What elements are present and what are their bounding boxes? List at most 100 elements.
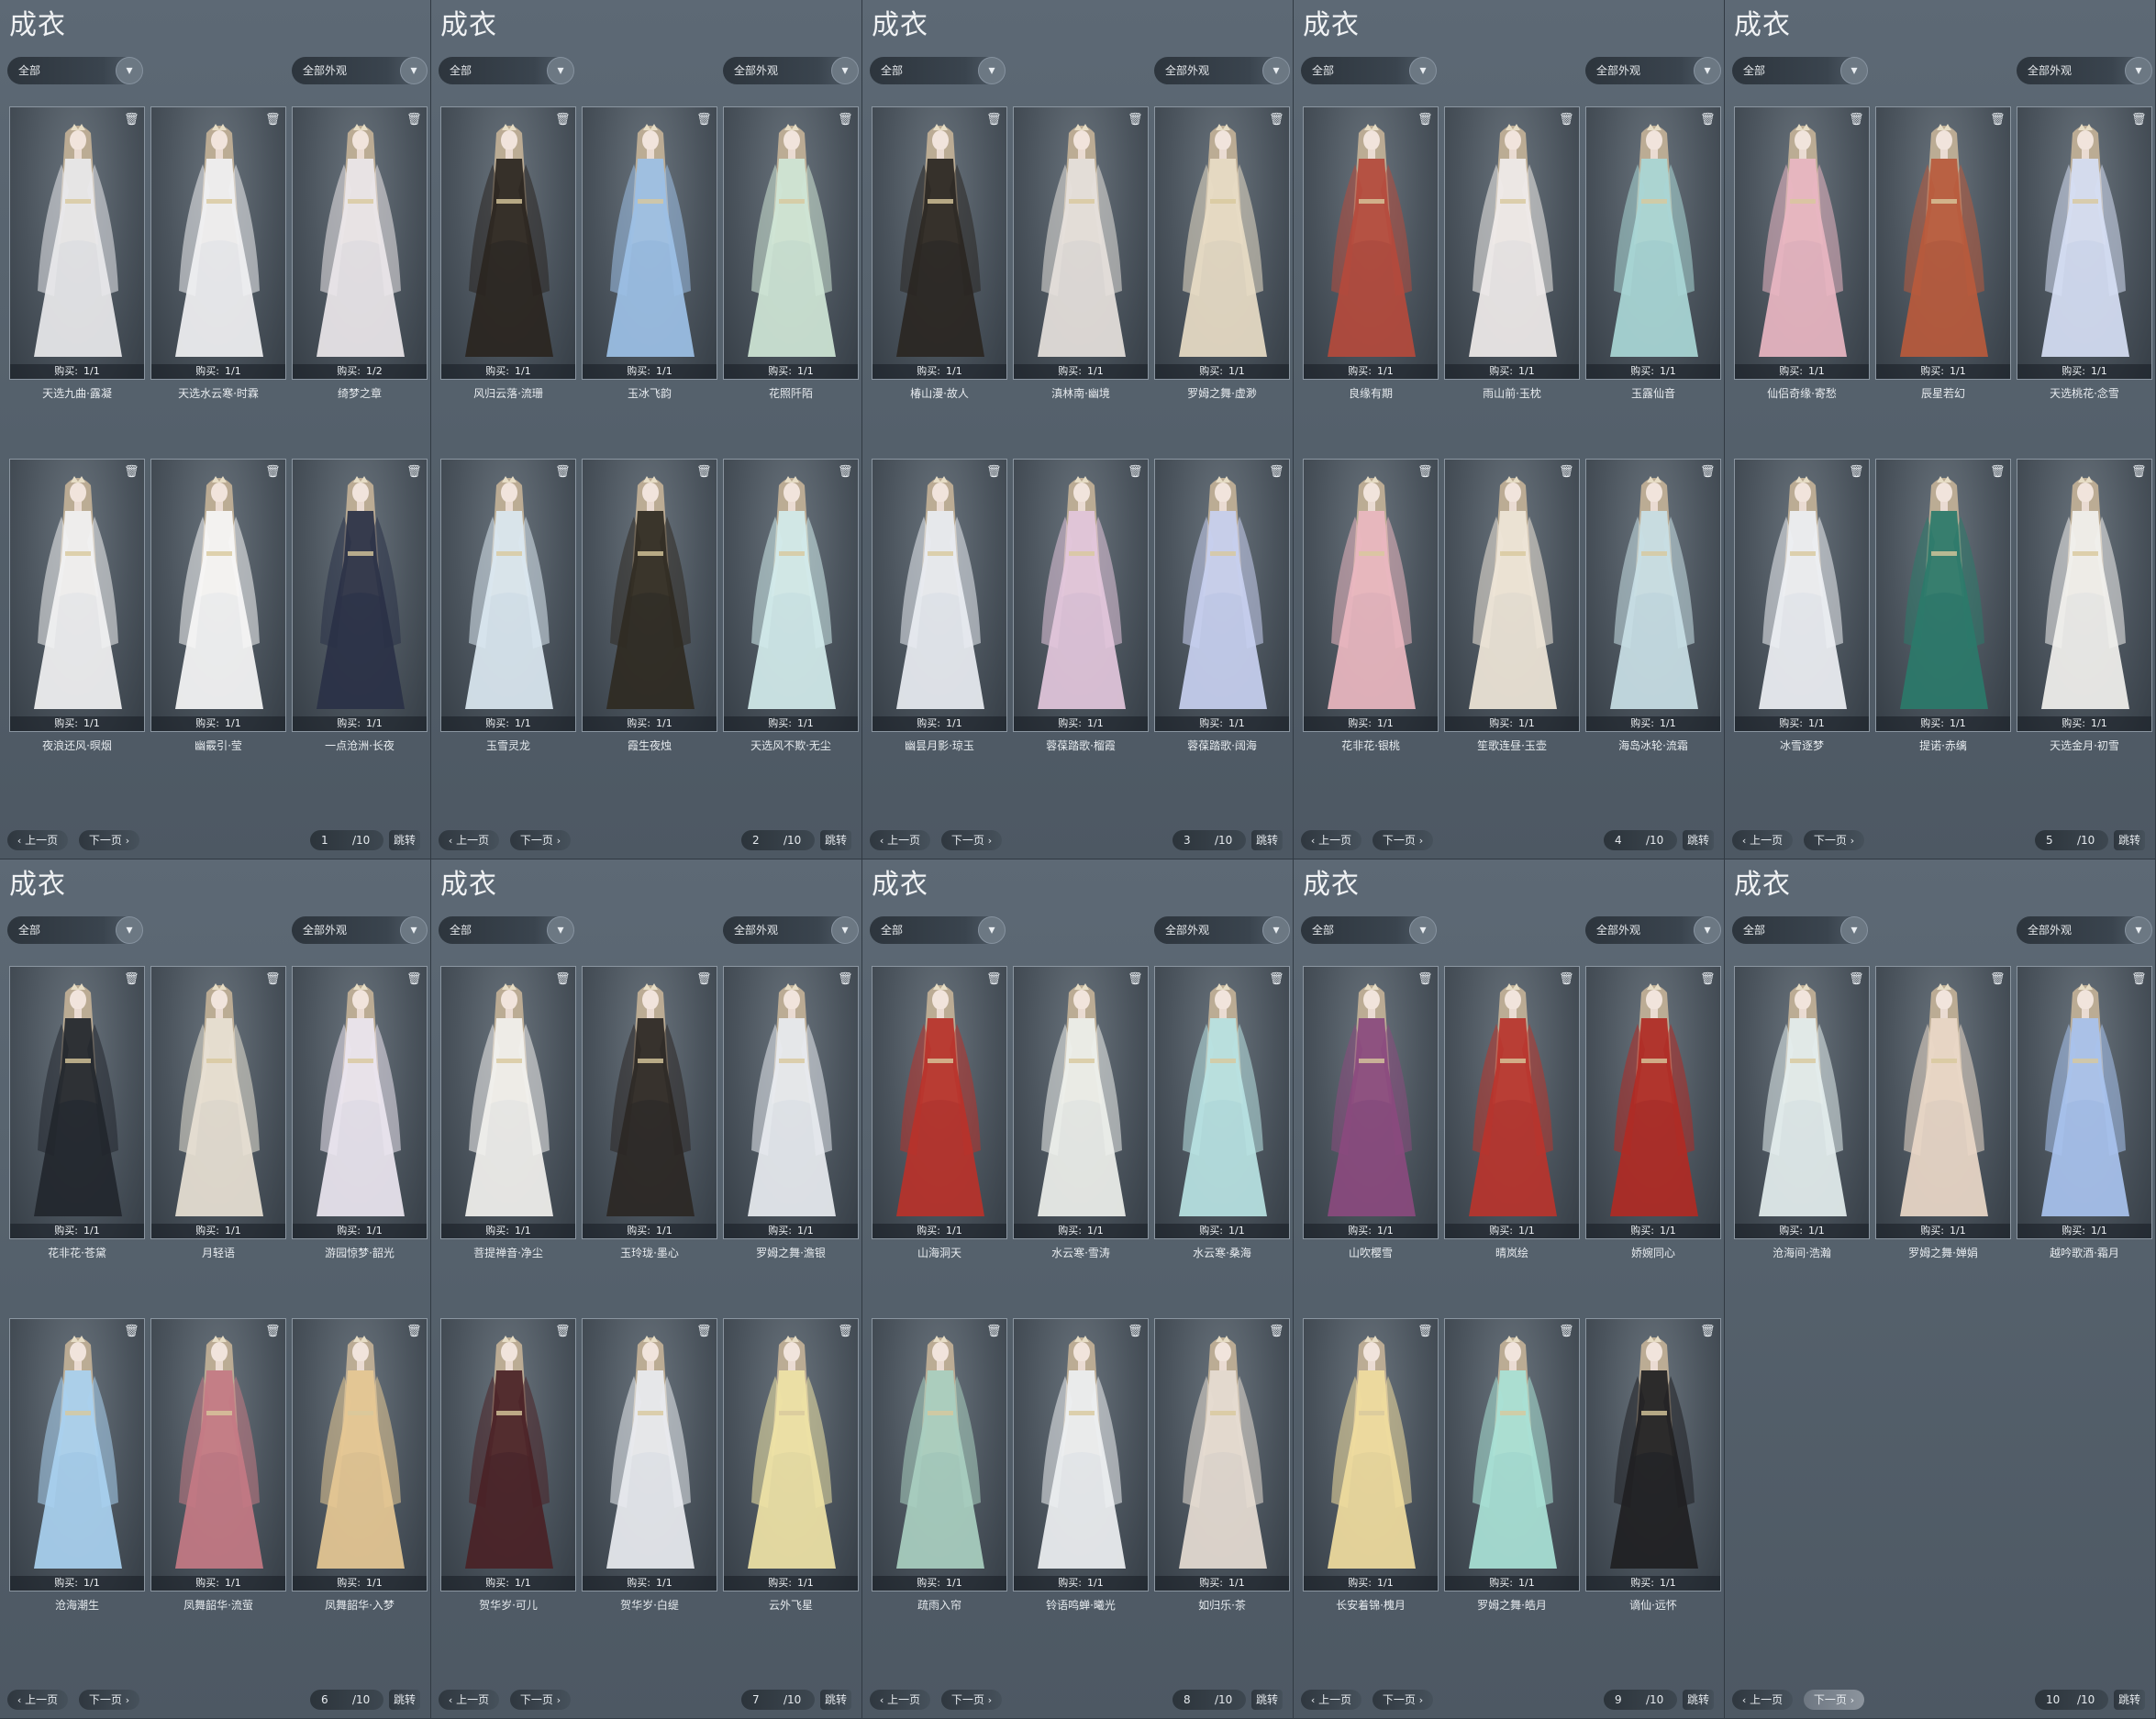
jump-button[interactable]: 跳转 [1251, 1690, 1283, 1710]
appearance-filter-dropdown[interactable]: 全部外观 ▾ [292, 57, 428, 84]
prev-page-button[interactable]: ‹ 上一页 [1301, 1690, 1361, 1710]
category-filter-dropdown[interactable]: 全部 ▾ [870, 916, 1006, 944]
trash-icon[interactable]: 🗑 [124, 465, 139, 480]
page-number-input[interactable]: 10 /10 [2035, 1690, 2108, 1710]
outfit-card[interactable]: 🗑 购买: 1/1 玉玲珑·墨心 [582, 966, 717, 1264]
trash-icon[interactable]: 🗑 [265, 1325, 281, 1339]
prev-page-button[interactable]: ‹ 上一页 [870, 830, 930, 850]
next-page-button[interactable]: 下一页 › [941, 1690, 1002, 1710]
outfit-card[interactable]: 🗑 购买: 1/1 天选九曲·露凝 [9, 106, 145, 405]
outfit-card[interactable]: 🗑 购买: 1/1 沧海潮生 [9, 1318, 145, 1616]
outfit-card-frame[interactable]: 🗑 购买: 1/1 [1154, 459, 1290, 732]
outfit-card-frame[interactable]: 🗑 购买: 1/1 [1303, 966, 1439, 1239]
trash-icon[interactable]: 🗑 [1559, 972, 1574, 987]
prev-page-button[interactable]: ‹ 上一页 [1301, 830, 1361, 850]
trash-icon[interactable]: 🗑 [265, 113, 281, 128]
outfit-card[interactable]: 🗑 购买: 1/1 天选桃花·念雪 [2017, 106, 2152, 405]
page-number-input[interactable]: 2 /10 [741, 830, 815, 850]
outfit-card[interactable]: 🗑 购买: 1/1 铃语鸣蝉·曦光 [1013, 1318, 1149, 1616]
outfit-card-frame[interactable]: 🗑 购买: 1/1 [1734, 459, 1870, 732]
trash-icon[interactable]: 🗑 [1269, 113, 1284, 128]
page-number-input[interactable]: 5 /10 [2035, 830, 2108, 850]
trash-icon[interactable]: 🗑 [2131, 972, 2147, 987]
trash-icon[interactable]: 🗑 [1128, 113, 1143, 128]
prev-page-button[interactable]: ‹ 上一页 [439, 830, 499, 850]
category-filter-dropdown[interactable]: 全部 ▾ [7, 57, 143, 84]
trash-icon[interactable]: 🗑 [406, 113, 422, 128]
trash-icon[interactable]: 🗑 [124, 113, 139, 128]
page-number-input[interactable]: 1 /10 [310, 830, 383, 850]
outfit-card-frame[interactable]: 🗑 购买: 1/1 [9, 1318, 145, 1591]
next-page-button[interactable]: 下一页 › [79, 830, 139, 850]
trash-icon[interactable]: 🗑 [1559, 113, 1574, 128]
jump-button[interactable]: 跳转 [389, 830, 420, 850]
chevron-down-icon[interactable]: ▾ [400, 57, 428, 84]
outfit-card-frame[interactable]: 🗑 购买: 1/1 [1154, 1318, 1290, 1591]
outfit-card[interactable]: 🗑 购买: 1/1 晴岚绘 [1444, 966, 1580, 1264]
outfit-card[interactable]: 🗑 购买: 1/2 绮梦之章 [292, 106, 428, 405]
outfit-card-frame[interactable]: 🗑 购买: 1/1 [723, 966, 859, 1239]
appearance-filter-dropdown[interactable]: 全部外观 ▾ [723, 916, 859, 944]
prev-page-button[interactable]: ‹ 上一页 [1732, 830, 1793, 850]
chevron-down-icon[interactable]: ▾ [831, 57, 859, 84]
trash-icon[interactable]: 🗑 [838, 972, 853, 987]
jump-button[interactable]: 跳转 [389, 1690, 420, 1710]
outfit-card[interactable]: 🗑 购买: 1/1 罗姆之舞·澹银 [723, 966, 859, 1264]
trash-icon[interactable]: 🗑 [1417, 972, 1433, 987]
trash-icon[interactable]: 🗑 [555, 972, 571, 987]
outfit-card[interactable]: 🗑 购买: 1/1 玉露仙音 [1585, 106, 1721, 405]
next-page-button[interactable]: 下一页 › [1804, 1690, 1864, 1710]
page-number-input[interactable]: 7 /10 [741, 1690, 815, 1710]
outfit-card[interactable]: 🗑 购买: 1/1 蓉葆踏歌·阔海 [1154, 459, 1290, 757]
category-filter-dropdown[interactable]: 全部 ▾ [870, 57, 1006, 84]
outfit-card-frame[interactable]: 🗑 购买: 1/1 [582, 459, 717, 732]
trash-icon[interactable]: 🗑 [406, 465, 422, 480]
trash-icon[interactable]: 🗑 [1128, 465, 1143, 480]
outfit-card[interactable]: 🗑 购买: 1/1 贺华岁·白缇 [582, 1318, 717, 1616]
trash-icon[interactable]: 🗑 [2131, 113, 2147, 128]
outfit-card[interactable]: 🗑 购买: 1/1 花非花·苍黛 [9, 966, 145, 1264]
chevron-down-icon[interactable]: ▾ [1840, 57, 1868, 84]
appearance-filter-dropdown[interactable]: 全部外观 ▾ [723, 57, 859, 84]
category-filter-dropdown[interactable]: 全部 ▾ [1301, 916, 1437, 944]
outfit-card[interactable]: 🗑 购买: 1/1 一点沧洲·长夜 [292, 459, 428, 757]
prev-page-button[interactable]: ‹ 上一页 [439, 1690, 499, 1710]
outfit-card[interactable]: 🗑 购买: 1/1 椿山漫·故人 [872, 106, 1007, 405]
outfit-card[interactable]: 🗑 购买: 1/1 凤舞韶华·流萤 [150, 1318, 286, 1616]
outfit-card-frame[interactable]: 🗑 购买: 1/1 [2017, 106, 2152, 380]
outfit-card-frame[interactable]: 🗑 购买: 1/1 [872, 966, 1007, 1239]
outfit-card-frame[interactable]: 🗑 购买: 1/1 [1303, 1318, 1439, 1591]
appearance-filter-dropdown[interactable]: 全部外观 ▾ [2017, 57, 2152, 84]
category-filter-dropdown[interactable]: 全部 ▾ [439, 57, 574, 84]
trash-icon[interactable]: 🗑 [1417, 1325, 1433, 1339]
outfit-card-frame[interactable]: 🗑 购买: 1/1 [723, 1318, 859, 1591]
outfit-card[interactable]: 🗑 购买: 1/1 娇婉同心 [1585, 966, 1721, 1264]
trash-icon[interactable]: 🗑 [1990, 972, 2006, 987]
outfit-card-frame[interactable]: 🗑 购买: 1/1 [1875, 106, 2011, 380]
outfit-card[interactable]: 🗑 购买: 1/1 幽昙月影·琼玉 [872, 459, 1007, 757]
outfit-card[interactable]: 🗑 购买: 1/1 如归乐·茶 [1154, 1318, 1290, 1616]
outfit-card-frame[interactable]: 🗑 购买: 1/1 [582, 966, 717, 1239]
page-number-input[interactable]: 3 /10 [1172, 830, 1246, 850]
outfit-card-frame[interactable]: 🗑 购买: 1/1 [1303, 459, 1439, 732]
outfit-card[interactable]: 🗑 购买: 1/1 辰星若幻 [1875, 106, 2011, 405]
outfit-card-frame[interactable]: 🗑 购买: 1/1 [582, 1318, 717, 1591]
outfit-card[interactable]: 🗑 购买: 1/1 蓉葆踏歌·榴霞 [1013, 459, 1149, 757]
trash-icon[interactable]: 🗑 [406, 1325, 422, 1339]
outfit-card-frame[interactable]: 🗑 购买: 1/1 [1585, 106, 1721, 380]
outfit-card-frame[interactable]: 🗑 购买: 1/1 [1734, 106, 1870, 380]
outfit-card[interactable]: 🗑 购买: 1/1 玉冰飞韵 [582, 106, 717, 405]
jump-button[interactable]: 跳转 [1683, 830, 1714, 850]
page-number-input[interactable]: 6 /10 [310, 1690, 383, 1710]
trash-icon[interactable]: 🗑 [1700, 465, 1716, 480]
trash-icon[interactable]: 🗑 [1990, 113, 2006, 128]
chevron-down-icon[interactable]: ▾ [1262, 916, 1290, 944]
next-page-button[interactable]: 下一页 › [1804, 830, 1864, 850]
outfit-card-frame[interactable]: 🗑 购买: 1/1 [150, 966, 286, 1239]
trash-icon[interactable]: 🗑 [1849, 972, 1864, 987]
outfit-card-frame[interactable]: 🗑 购买: 1/1 [292, 1318, 428, 1591]
chevron-down-icon[interactable]: ▾ [400, 916, 428, 944]
category-filter-dropdown[interactable]: 全部 ▾ [1732, 57, 1868, 84]
trash-icon[interactable]: 🗑 [838, 113, 853, 128]
trash-icon[interactable]: 🗑 [1700, 113, 1716, 128]
